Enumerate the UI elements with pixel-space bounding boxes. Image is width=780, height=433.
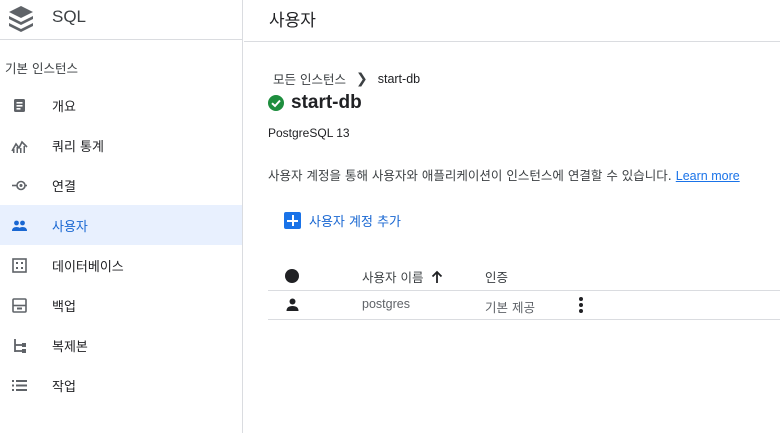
sidebar-item-label: 연결: [52, 180, 76, 195]
column-header-auth: 인증: [485, 270, 509, 285]
users-icon: [11, 217, 28, 234]
add-user-account-button[interactable]: 사용자 계정 추가: [284, 211, 401, 230]
select-all-icon[interactable]: [285, 269, 299, 283]
sidebar-item-databases[interactable]: 데이터베이스: [0, 245, 242, 285]
column-header-username[interactable]: 사용자 이름: [362, 267, 443, 286]
breadcrumb-current: start-db: [377, 71, 421, 86]
person-icon: [286, 298, 299, 311]
sql-logo-icon: [9, 6, 33, 32]
sidebar-item-label: 데이터베이스: [52, 260, 124, 275]
username-cell: postgres: [362, 297, 410, 311]
sidebar-item-label: 작업: [52, 380, 76, 395]
table-header: 사용자 이름 인증: [268, 261, 780, 291]
databases-icon: [11, 257, 28, 274]
table-row: postgres 기본 제공: [268, 291, 780, 320]
description-text: 사용자 계정을 통해 사용자와 애플리케이션이 인스턴스에 연결할 수 있습니다…: [268, 168, 672, 183]
learn-more-link[interactable]: Learn more: [676, 169, 740, 183]
sidebar-item-label: 백업: [52, 300, 76, 315]
replicas-icon: [11, 337, 28, 354]
sidebar-item-replicas[interactable]: 복제본: [0, 325, 242, 365]
sidebar: SQL 기본 인스턴스 개요 쿼리 통계 연결 사용자 데이터베이스 백업 복제…: [0, 0, 243, 433]
more-actions-icon[interactable]: [578, 296, 584, 314]
sidebar-item-query-insights[interactable]: 쿼리 통계: [0, 125, 242, 165]
product-header: SQL: [0, 0, 243, 40]
backups-icon: [11, 297, 28, 314]
instance-name: start-db: [291, 92, 362, 113]
add-icon: [284, 212, 301, 229]
add-user-account-label: 사용자 계정 추가: [309, 215, 401, 230]
breadcrumb-all-instances-link[interactable]: 모든 인스턴스: [273, 69, 346, 88]
sidebar-item-connections[interactable]: 연결: [0, 165, 242, 205]
sidebar-item-overview[interactable]: 개요: [0, 85, 242, 125]
sidebar-item-operations[interactable]: 작업: [0, 365, 242, 405]
users-description: 사용자 계정을 통해 사용자와 애플리케이션이 인스턴스에 연결할 수 있습니다…: [268, 165, 740, 184]
sidebar-item-label: 복제본: [52, 340, 88, 355]
sidebar-item-label: 개요: [52, 100, 76, 115]
sidebar-item-backups[interactable]: 백업: [0, 285, 242, 325]
breadcrumb: 모든 인스턴스 ❯ start-db: [273, 69, 420, 88]
chevron-right-icon: ❯: [355, 70, 368, 87]
auth-cell: 기본 제공: [485, 300, 535, 315]
connections-icon: [11, 177, 28, 194]
sidebar-nav: 개요 쿼리 통계 연결 사용자 데이터베이스 백업 복제본 작업: [0, 85, 242, 405]
instance-title: start-db: [268, 92, 362, 114]
sort-ascending-icon: [432, 270, 443, 283]
users-table: 사용자 이름 인증 postgres 기본 제공: [268, 261, 780, 320]
sidebar-item-label: 사용자: [52, 220, 88, 235]
sidebar-item-label: 쿼리 통계: [52, 140, 104, 155]
column-header-username-label: 사용자 이름: [362, 270, 424, 285]
page-header: 사용자: [244, 0, 780, 42]
page-title: 사용자: [269, 11, 316, 31]
instance-section-label: 기본 인스턴스: [5, 61, 78, 76]
operations-icon: [11, 377, 28, 394]
instance-version: PostgreSQL 13: [268, 126, 350, 140]
product-title: SQL: [52, 7, 87, 26]
query-insights-icon: [11, 137, 28, 154]
overview-icon: [11, 97, 28, 114]
sidebar-item-users[interactable]: 사용자: [0, 205, 242, 245]
check-circle-icon: [268, 95, 284, 111]
